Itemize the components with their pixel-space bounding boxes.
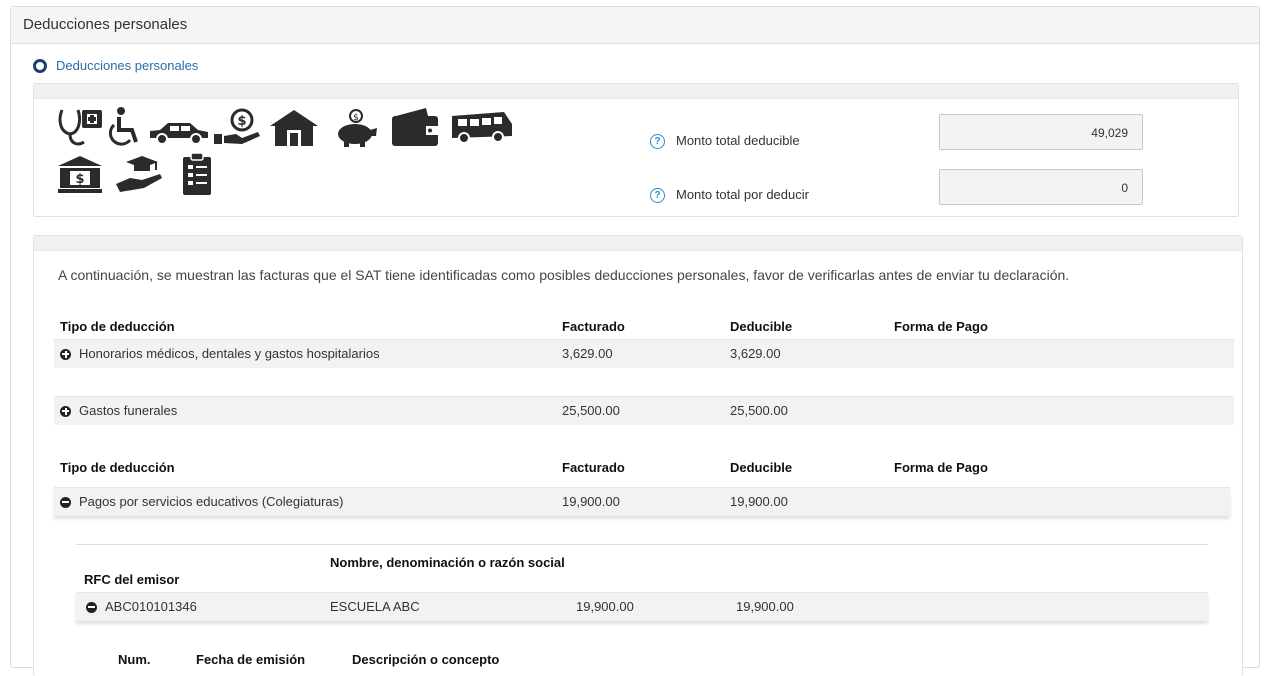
panel-title: Deducciones personales <box>11 7 1259 44</box>
row-facturado: 19,900.00 <box>562 494 620 509</box>
row-facturado: 25,500.00 <box>562 403 620 418</box>
col-header-facturado: Facturado <box>562 460 625 475</box>
col-header-deducible: Deducible <box>730 319 793 334</box>
table-row[interactable]: Honorarios médicos, dentales y gastos ho… <box>54 339 1234 368</box>
graduation-hand-icon <box>116 156 162 192</box>
row-deducible: 3,629.00 <box>730 346 781 361</box>
table-row[interactable]: Gastos funerales 25,500.00 25,500.00 <box>54 396 1234 425</box>
section-link-label[interactable]: Deducciones personales <box>56 58 198 73</box>
invoices-box: A continuación, se muestran las facturas… <box>33 235 1243 676</box>
col-header-tipo: Tipo de deducción <box>60 319 175 334</box>
col-header-num: Num. <box>118 652 151 667</box>
total-deducible-label: ? Monto total deducible <box>650 133 800 150</box>
emisor-row-expanded[interactable]: ABC010101346 ESCUELA ABC 19,900.00 19,90… <box>76 592 1208 621</box>
row-tipo: Honorarios médicos, dentales y gastos ho… <box>79 346 380 361</box>
deducciones-panel: Deducciones personales Deducciones perso… <box>10 6 1260 676</box>
svg-text:$: $ <box>237 114 246 129</box>
col-header-rfc: RFC del emisor <box>84 572 180 587</box>
summary-box-bar <box>34 84 1238 99</box>
medical-icon <box>58 109 102 146</box>
col-header-descripcion: Descripción o concepto <box>352 652 500 667</box>
collapse-icon[interactable] <box>86 601 97 613</box>
clipboard-icon <box>183 152 211 195</box>
collapse-icon[interactable] <box>60 496 71 508</box>
total-deducible-field: 49,029 <box>939 114 1143 150</box>
col-header-tipo: Tipo de deducción <box>60 460 175 475</box>
wheelchair-icon <box>108 107 138 146</box>
section-toggle-link[interactable]: Deducciones personales <box>33 58 198 73</box>
col-header-deducible: Deducible <box>730 460 793 475</box>
emisor-facturado: 19,900.00 <box>576 599 634 614</box>
piggy-bank-icon: $ <box>338 109 377 147</box>
row-tipo: Pagos por servicios educativos (Colegiat… <box>79 494 344 509</box>
expand-icon[interactable] <box>60 348 71 360</box>
svg-text:$: $ <box>75 172 84 187</box>
circle-bullet-icon <box>33 58 47 73</box>
intro-text: A continuación, se muestran las facturas… <box>58 267 1070 283</box>
col-header-forma-pago: Forma de Pago <box>894 319 988 334</box>
deduction-icons: $ $ $ <box>56 106 596 196</box>
row-facturado: 3,629.00 <box>562 346 613 361</box>
invoices-box-bar <box>34 236 1242 251</box>
emisor-nombre: ESCUELA ABC <box>330 599 420 614</box>
expand-icon[interactable] <box>60 405 71 417</box>
col-header-forma-pago: Forma de Pago <box>894 460 988 475</box>
summary-box: $ $ $ ? Monto total deducible 49,029 ? M… <box>33 83 1239 217</box>
car-icon <box>150 123 208 145</box>
hand-coin-icon: $ <box>214 108 260 144</box>
row-deducible: 25,500.00 <box>730 403 788 418</box>
divider <box>76 544 1208 545</box>
house-icon <box>270 110 318 146</box>
total-por-deducir-label: ? Monto total por deducir <box>650 187 809 204</box>
emisor-rfc: ABC010101346 <box>105 599 197 614</box>
emisor-deducible: 19,900.00 <box>736 599 794 614</box>
wallet-icon <box>392 108 438 146</box>
total-por-deducir-field: 0 <box>939 169 1143 205</box>
col-header-fecha: Fecha de emisión <box>196 652 306 667</box>
col-header-facturado: Facturado <box>562 319 625 334</box>
row-deducible: 19,900.00 <box>730 494 788 509</box>
help-icon[interactable]: ? <box>650 188 665 204</box>
table-row-expanded[interactable]: Pagos por servicios educativos (Colegiat… <box>54 487 1230 516</box>
col-header-nombre: Nombre, denominación o razón social <box>330 555 565 570</box>
row-tipo: Gastos funerales <box>79 403 178 418</box>
bank-icon: $ <box>58 156 102 193</box>
bus-icon <box>452 112 512 144</box>
help-icon[interactable]: ? <box>650 134 665 150</box>
svg-text:$: $ <box>353 113 359 123</box>
